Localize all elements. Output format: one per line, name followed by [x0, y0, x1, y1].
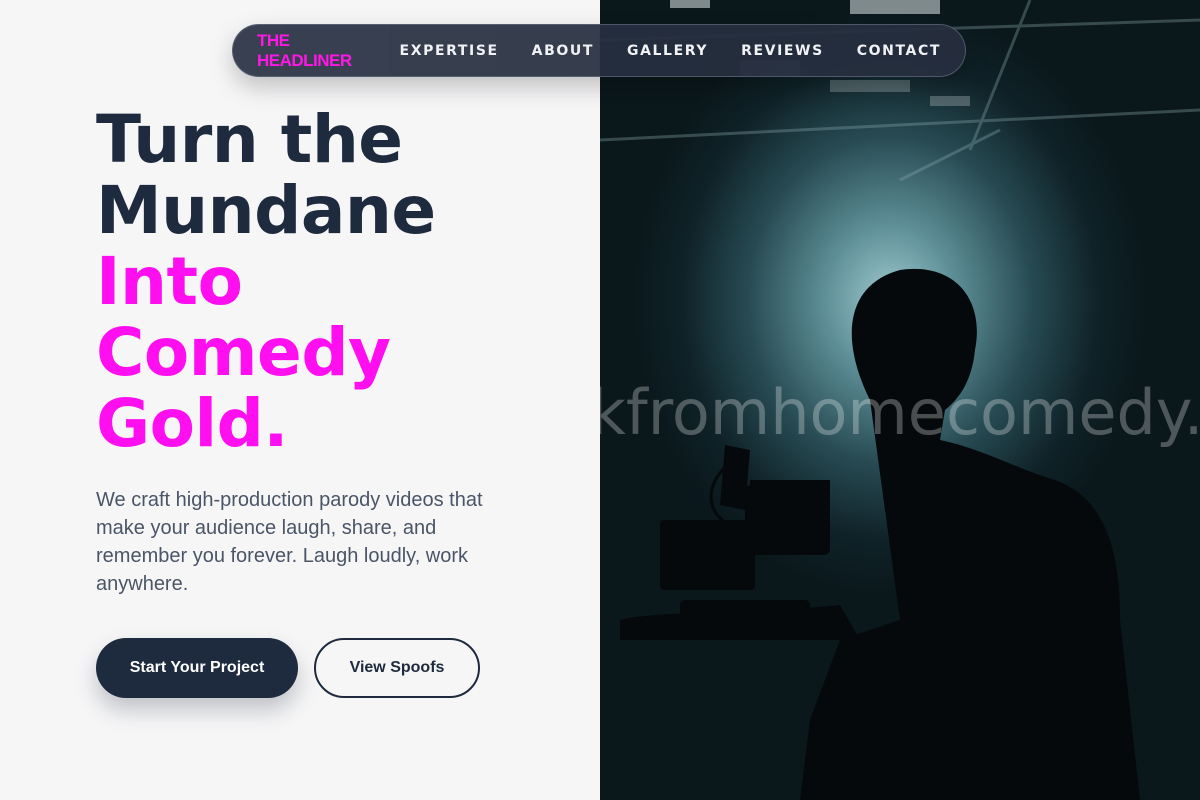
- headline-line-5: Gold.: [96, 385, 288, 462]
- nav-link-reviews[interactable]: REVIEWS: [741, 43, 824, 59]
- nav-link-gallery[interactable]: GALLERY: [627, 43, 708, 59]
- headline-line-4: Comedy: [96, 314, 391, 391]
- brand-logo[interactable]: THE HEADLINER: [257, 31, 360, 71]
- view-spoofs-button[interactable]: View Spoofs: [314, 638, 480, 698]
- start-project-button[interactable]: Start Your Project: [96, 638, 298, 698]
- nav-link-about[interactable]: ABOUT: [532, 43, 594, 59]
- hero-headline: Turn the Mundane Into Comedy Gold.: [96, 104, 436, 459]
- hero-image: kfromhomecomedy.c: [600, 0, 1200, 800]
- cameraman-silhouette-image: [600, 0, 1200, 800]
- nav-link-contact[interactable]: CONTACT: [857, 43, 941, 59]
- headline-line-3: Into: [96, 243, 243, 320]
- headline-line-1: Turn the: [96, 101, 403, 178]
- top-navigation: THE HEADLINER EXPERTISE ABOUT GALLERY RE…: [232, 24, 966, 77]
- nav-links: EXPERTISE ABOUT GALLERY REVIEWS CONTACT: [400, 43, 941, 59]
- hero-description: We craft high-production parody videos t…: [96, 489, 483, 595]
- nav-link-expertise[interactable]: EXPERTISE: [400, 43, 499, 59]
- headline-line-2: Mundane: [96, 172, 436, 249]
